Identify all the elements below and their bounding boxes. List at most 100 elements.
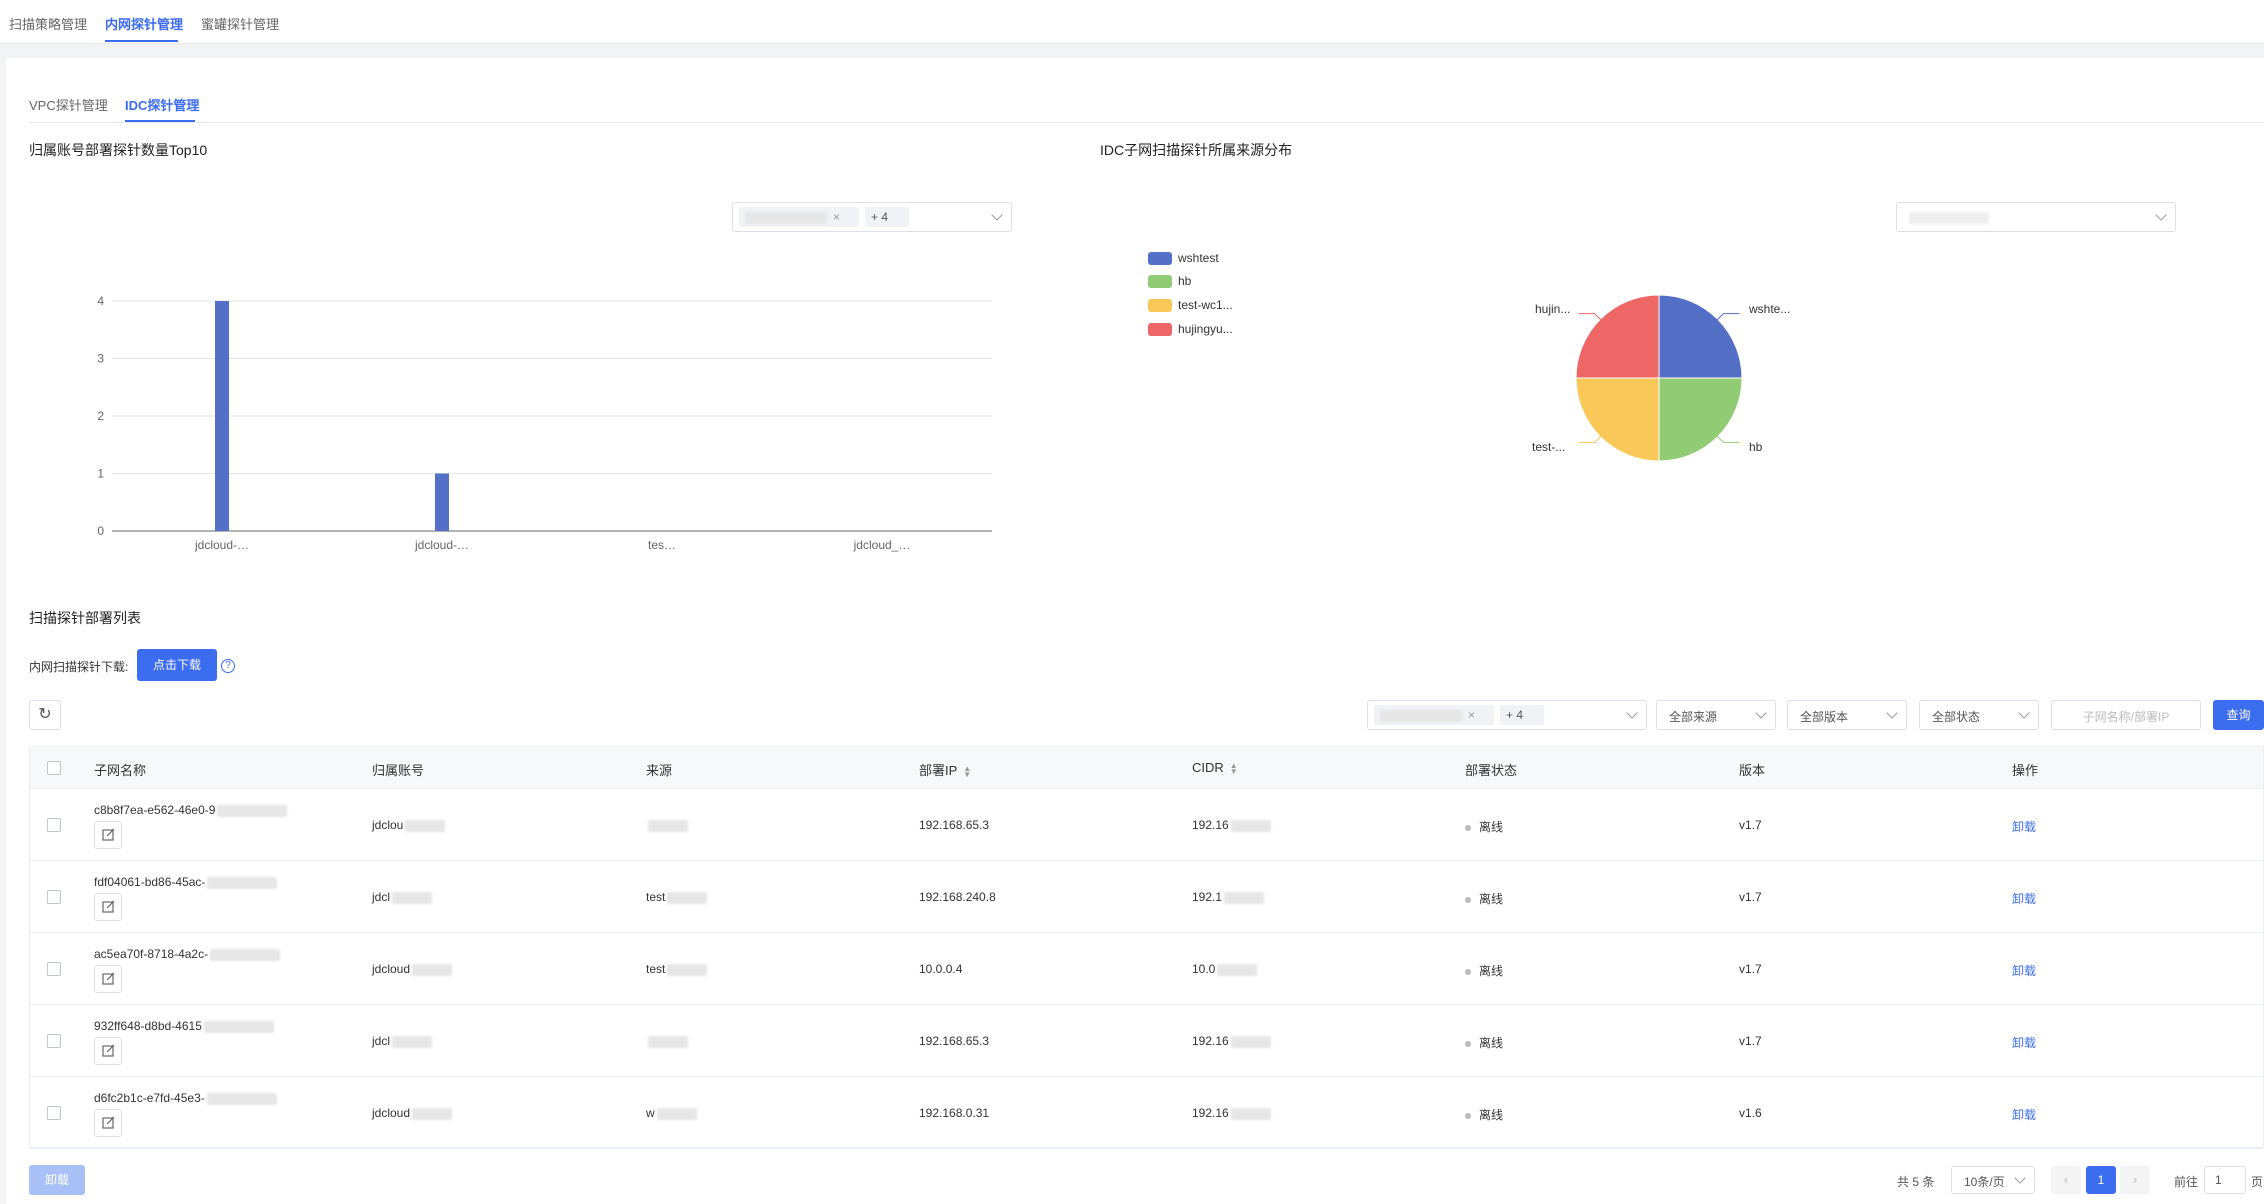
column-header-sortable[interactable]: CIDR ▲ ▼ [1192, 760, 1238, 775]
sort-icon[interactable]: ▲ ▼ [963, 764, 971, 778]
subnet-name: fdf04061-bd86-45ac- [94, 875, 278, 889]
cell-account: jdcloud [372, 1106, 453, 1120]
table-row: c8b8f7ea-e562-46e0-9 jdclou 192.168.65.3 19… [30, 789, 2263, 861]
version-select-value: 全部版本 [1800, 710, 1849, 724]
column-header: 操作 [2012, 763, 2039, 778]
search-input[interactable]: 子网名称/部署IP [2051, 700, 2201, 730]
edit-button[interactable] [94, 1037, 122, 1065]
row-checkbox[interactable] [47, 890, 61, 904]
uninstall-link[interactable]: 卸载 [2012, 1106, 2036, 1123]
goto-page-value: 1 [2215, 1173, 2222, 1187]
x-tick-label: tes… [648, 538, 676, 552]
pie-label-line [1578, 435, 1602, 443]
status-dot [1465, 896, 1471, 903]
edit-button[interactable] [94, 893, 122, 921]
tag-close-icon[interactable]: × [1468, 708, 1475, 722]
sort-icon[interactable]: ▲ ▼ [1230, 761, 1238, 775]
cell-account: jdcloud [372, 962, 453, 976]
download-label: 内网扫描探针下载: [29, 660, 129, 674]
source-select[interactable]: 全部来源 [1656, 700, 1776, 730]
status-select-value: 全部状态 [1932, 710, 1981, 724]
query-button[interactable]: 查询 [2213, 700, 2264, 730]
uninstall-link[interactable]: 卸载 [2012, 962, 2036, 979]
legend-label: hb [1178, 274, 1192, 288]
row-checkbox[interactable] [47, 1106, 61, 1120]
bar [215, 301, 229, 531]
column-header-sortable[interactable]: 部署IP ▲ ▼ [919, 760, 971, 779]
cell-ip: 192.168.65.3 [919, 818, 990, 832]
pie-label-line [1578, 313, 1602, 321]
account-tag: × [1374, 705, 1494, 725]
bar [435, 473, 449, 531]
search-placeholder: 子网名称/部署IP [2082, 710, 2170, 724]
download-button[interactable]: 点击下载 [137, 649, 217, 681]
page-number-current[interactable]: 1 [2086, 1166, 2116, 1194]
column-header: 版本 [1739, 763, 1766, 778]
edit-icon [102, 828, 115, 841]
uninstall-link[interactable]: 卸载 [2012, 1034, 2036, 1051]
select-all-checkbox[interactable] [47, 761, 61, 775]
pie-slice-label: hb [1749, 440, 1763, 454]
edit-button[interactable] [94, 1109, 122, 1137]
chevron-down-icon [1626, 707, 1638, 719]
legend-label: test-wc1... [1178, 298, 1233, 312]
table-header: 子网名称 归属账号 来源 部署IP ▲ ▼ CIDR ▲ ▼ 部署状态 版本 操作 [30, 747, 2263, 789]
table-row: ac5ea70f-8718-4a2c-jdcloud test 10.0.0.4 10… [30, 933, 2263, 1005]
cell-source: w [646, 1106, 697, 1120]
cell-account: jdcl [372, 1034, 433, 1048]
total-count: 共 5 条 [1897, 1175, 1935, 1189]
legend-swatch [1148, 323, 1172, 336]
column-header: 来源 [646, 763, 673, 778]
source-filter-select[interactable] [1896, 202, 2176, 232]
cell-ip: 10.0.0.4 [919, 962, 963, 976]
version-select[interactable]: 全部版本 [1787, 700, 1907, 730]
x-tick-label: jdcloud-… [414, 538, 469, 552]
edit-button[interactable] [94, 965, 122, 993]
list-account-filter[interactable]: × + 4 [1367, 700, 1647, 730]
next-page-button[interactable]: › [2120, 1166, 2150, 1194]
cell-version: v1.7 [1739, 890, 1762, 904]
edit-icon [102, 1116, 115, 1129]
prev-page-button[interactable]: ‹ [2051, 1166, 2081, 1194]
edit-icon [102, 972, 115, 985]
refresh-button[interactable]: ↻ [29, 700, 61, 730]
source-select-value: 全部来源 [1669, 710, 1718, 724]
cell-status: 离线 [1465, 1106, 1503, 1123]
cell-ip: 192.168.240.8 [919, 890, 996, 904]
cell-source [646, 1034, 688, 1048]
row-checkbox[interactable] [47, 1034, 61, 1048]
row-checkbox[interactable] [47, 818, 61, 832]
legend-swatch [1148, 275, 1172, 288]
column-header-label: 部署IP [919, 763, 958, 778]
cell-status: 离线 [1465, 962, 1503, 979]
goto-page-input[interactable]: 1 [2204, 1166, 2246, 1194]
status-select[interactable]: 全部状态 [1919, 700, 2039, 730]
chevron-down-icon [2014, 1172, 2026, 1184]
help-icon[interactable]: ? [221, 659, 235, 673]
uninstall-link[interactable]: 卸载 [2012, 818, 2036, 835]
pie-label-line [1716, 313, 1740, 321]
page-size-select[interactable]: 10条/页 [1951, 1166, 2035, 1194]
edit-button[interactable] [94, 821, 122, 849]
subnet-name: c8b8f7ea-e562-46e0-9 [94, 803, 288, 817]
account-more-tag: + 4 [1500, 705, 1544, 725]
uninstall-link[interactable]: 卸载 [2012, 890, 2036, 907]
cell-source: test [646, 962, 708, 976]
column-header: 部署状态 [1465, 763, 1518, 778]
bulk-uninstall-button[interactable]: 卸载 [29, 1165, 85, 1195]
chevron-down-icon [1755, 707, 1767, 719]
column-header-label: CIDR [1192, 760, 1224, 775]
status-dot [1465, 1112, 1471, 1119]
x-tick-label: jdcloud-… [194, 538, 249, 552]
pie-slice [1575, 377, 1660, 462]
subnet-name: 932ff648-d8bd-4615 [94, 1019, 274, 1033]
pie-slice-label: test-... [1532, 440, 1566, 454]
table-row: d6fc2b1c-e7fd-45e3- jdcloud w 192.168.0.31 1… [30, 1077, 2263, 1149]
cell-version: v1.7 [1739, 818, 1762, 832]
row-checkbox[interactable] [47, 962, 61, 976]
probe-table: 子网名称 归属账号 来源 部署IP ▲ ▼ CIDR ▲ ▼ 部署状态 版本 操作 c8… [29, 746, 2264, 1149]
y-tick-label: 2 [97, 409, 104, 423]
status-dot [1465, 1040, 1471, 1047]
cell-source [646, 818, 688, 832]
cell-cidr: 192.1 [1192, 890, 1265, 904]
